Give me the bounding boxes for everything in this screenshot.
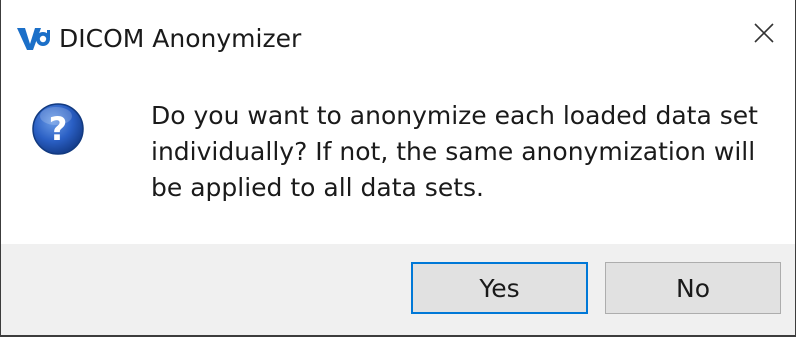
dialog-message: Do you want to anonymize each loaded dat… <box>151 101 758 202</box>
question-mark-icon: ? <box>31 102 85 156</box>
dialog-window: DICOM Anonymizer ? Do you want to anonym… <box>0 0 796 337</box>
yes-button[interactable]: Yes <box>411 262 588 314</box>
dialog-title: DICOM Anonymizer <box>59 24 302 53</box>
button-bar: Yes No <box>1 244 795 335</box>
dicom-anonymizer-logo-icon <box>15 26 51 52</box>
close-button[interactable] <box>733 0 795 70</box>
dialog-content: ? Do you want to anonymize each loaded d… <box>1 80 795 244</box>
no-button[interactable]: No <box>605 262 781 314</box>
close-icon <box>753 22 775 48</box>
svg-text:?: ? <box>49 110 68 148</box>
title-bar: DICOM Anonymizer <box>1 0 795 80</box>
